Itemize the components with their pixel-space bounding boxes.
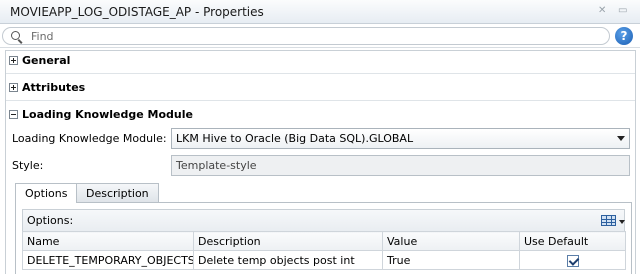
section-lkm-label: Loading Knowledge Module [22,108,193,121]
search-input[interactable] [31,29,591,43]
chevron-down-icon[interactable] [619,220,625,224]
table-columns-icon[interactable] [601,215,616,226]
properties-panel: General Attributes Loading Knowledge Mod… [5,50,636,274]
chevron-down-icon[interactable] [617,136,625,141]
search-bar: ? [0,24,640,48]
style-field: Template-style [171,155,630,176]
expand-icon[interactable] [9,83,18,92]
minimize-icon[interactable]: ▭ [618,5,627,16]
options-header-label: Options: [27,214,74,227]
lkm-select-value: LKM Hive to Oracle (Big Data SQL).GLOBAL [176,132,414,145]
style-field-label: Style: [12,159,44,172]
column-header-value[interactable]: Value [382,231,520,251]
option-value-cell[interactable]: True [382,250,520,270]
section-lkm[interactable]: Loading Knowledge Module [6,105,635,127]
column-header-description[interactable]: Description [193,231,383,251]
search-icon [11,31,20,40]
lkm-field-label: Loading Knowledge Module: [12,132,167,145]
collapse-icon[interactable] [9,110,18,119]
table-header-row: Name Description Value Use Default [22,231,626,251]
divider [6,100,635,101]
section-attributes-label: Attributes [22,81,86,94]
option-use-default-cell [519,250,626,270]
section-general[interactable]: General [6,51,635,73]
options-tab-pane: Options: Name Description Value Use Defa… [15,202,632,274]
expand-icon[interactable] [9,56,18,65]
column-header-use-default[interactable]: Use Default [519,231,626,251]
section-attributes[interactable]: Attributes [6,78,635,100]
tab-options[interactable]: Options [15,183,78,203]
option-description-cell: Delete temp objects post int [193,250,383,270]
options-table: Name Description Value Use Default DELET… [22,231,626,270]
title-bar: MOVIEAPP_LOG_ODISTAGE_AP - Properties ✕ … [0,0,640,24]
tab-description[interactable]: Description [76,183,159,202]
lkm-select[interactable]: LKM Hive to Oracle (Big Data SQL).GLOBAL [171,128,630,149]
search-box[interactable] [2,27,610,45]
option-name-cell: DELETE_TEMPORARY_OBJECTS [22,250,194,270]
help-icon[interactable]: ? [615,27,633,45]
column-header-name[interactable]: Name [22,231,194,251]
style-field-value: Template-style [176,159,257,172]
use-default-checkbox[interactable] [566,254,579,267]
options-header: Options: [22,209,625,231]
close-icon[interactable]: ✕ [598,5,606,16]
window-title: MOVIEAPP_LOG_ODISTAGE_AP - Properties [10,5,264,19]
table-row[interactable]: DELETE_TEMPORARY_OBJECTS Delete temp obj… [22,250,626,270]
divider [6,73,635,74]
section-general-label: General [22,54,71,67]
